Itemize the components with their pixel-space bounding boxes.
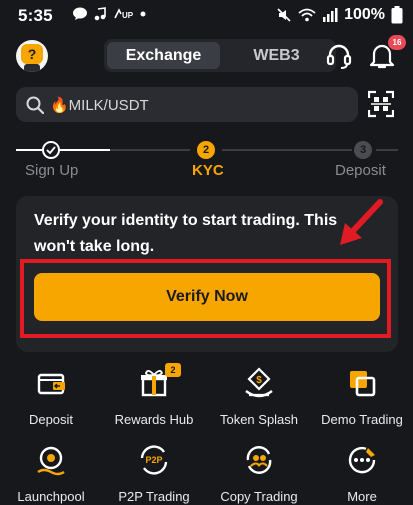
shortcut-copy-trading-label: Copy Trading: [220, 489, 298, 504]
battery-icon: [391, 6, 403, 24]
status-time: 5:35: [18, 6, 53, 25]
tab-exchange[interactable]: Exchange: [107, 42, 220, 69]
status-right-icons: 100%: [276, 6, 403, 24]
launchpool-icon: [37, 446, 65, 476]
step-line-pending-3: [376, 149, 398, 151]
search-icon: [26, 96, 44, 114]
battery-percent: 100%: [344, 6, 385, 23]
rewards-badge: 2: [165, 363, 181, 377]
shortcut-rewards-hub-label: Rewards Hub: [114, 412, 194, 427]
shortcut-token-splash[interactable]: $ Token Splash: [209, 367, 309, 427]
wifi-icon: [298, 8, 316, 22]
more-icon: [348, 446, 376, 474]
step-label-kyc: KYC: [192, 162, 224, 179]
shortcut-deposit-label: Deposit: [28, 412, 74, 427]
chat-bubble-icon: [73, 7, 87, 20]
shortcut-deposit[interactable]: Deposit: [1, 367, 101, 427]
shortcut-p2p-trading-label: P2P Trading: [118, 489, 190, 504]
step-line-done-2: [60, 149, 110, 151]
avatar[interactable]: ?: [16, 40, 48, 72]
dot-icon: [140, 11, 146, 17]
shortcut-more-label: More: [347, 489, 377, 504]
step-label-deposit: Deposit: [335, 162, 386, 179]
mute-icon: [277, 8, 291, 22]
music-icon: [94, 7, 106, 21]
shortcut-copy-trading[interactable]: Copy Trading: [209, 444, 309, 504]
step-line-pending-2: [222, 149, 352, 151]
notification-badge: 16: [388, 35, 406, 50]
shortcut-p2p-trading[interactable]: P2P P2P Trading: [104, 444, 204, 504]
step-done-node: [42, 141, 60, 159]
token-splash-icon: $: [245, 367, 273, 398]
svg-text:UP: UP: [122, 11, 134, 20]
step-label-signup: Sign Up: [25, 162, 79, 179]
signal-icon: [323, 8, 338, 22]
step-kyc-node: 2: [197, 141, 215, 159]
shortcut-demo-trading-label: Demo Trading: [321, 412, 403, 427]
avatar-icon: ?: [21, 44, 43, 72]
shortcut-more[interactable]: More: [312, 444, 412, 504]
demo-trading-icon: [350, 371, 376, 397]
step-line-pending: [110, 149, 190, 151]
svg-text:P2P: P2P: [145, 455, 162, 465]
shortcut-launchpool-label: Launchpool: [17, 489, 85, 504]
status-notification-icons: UP: [72, 7, 146, 21]
search-value: 🔥MILK/USDT: [50, 96, 149, 114]
shortcut-demo-trading[interactable]: Demo Trading: [312, 367, 412, 427]
shortcut-launchpool[interactable]: Launchpool: [1, 444, 101, 504]
highlight-box: [20, 259, 391, 338]
wallet-icon: [37, 373, 65, 395]
tab-web3[interactable]: WEB3: [220, 42, 333, 69]
kyc-message: Verify your identity to start trading. T…: [34, 212, 338, 255]
step-deposit-node: 3: [354, 141, 372, 159]
svg-text:?: ?: [28, 46, 37, 62]
annotation-arrow-icon: [340, 199, 383, 245]
p2p-icon: P2P: [140, 445, 168, 475]
step-line-done: [16, 149, 42, 151]
check-icon: [46, 146, 56, 154]
shortcut-token-splash-label: Token Splash: [219, 412, 299, 427]
mode-switch: Exchange WEB3: [104, 39, 336, 72]
upload-app-icon: UP: [114, 8, 134, 20]
search-bar[interactable]: 🔥MILK/USDT: [16, 87, 358, 122]
shortcut-rewards-hub[interactable]: Rewards Hub: [104, 367, 204, 427]
copy-trading-icon: [246, 446, 272, 474]
svg-text:$: $: [256, 375, 262, 386]
qr-scan-icon[interactable]: [368, 90, 394, 118]
headset-icon[interactable]: [325, 42, 353, 70]
